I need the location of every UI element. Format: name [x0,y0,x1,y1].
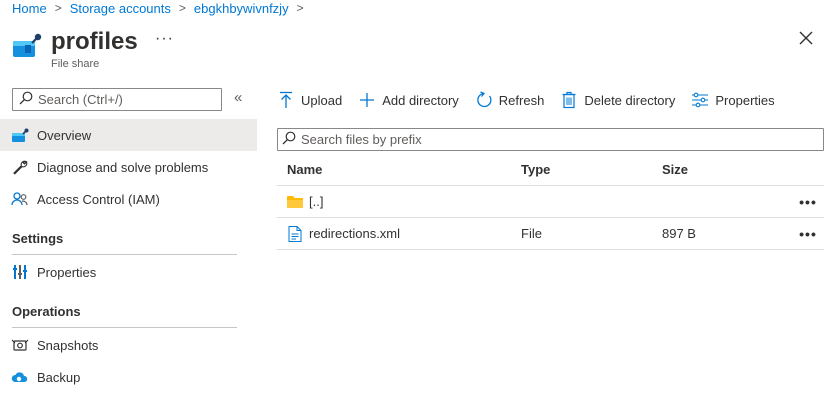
properties-button[interactable]: Properties [691,91,775,109]
search-icon [19,91,33,108]
sidebar-item-snapshots[interactable]: Snapshots [0,329,257,361]
file-share-icon [12,33,42,59]
properties-icon [11,263,29,281]
folder-icon [287,194,303,210]
collapse-sidebar-button[interactable]: « [234,89,242,106]
sidebar-item-label: Snapshots [37,337,99,353]
file-list-header: Name Type Size [277,154,824,186]
add-directory-button[interactable]: Add directory [358,91,459,109]
backup-icon [11,368,29,386]
snapshots-icon [11,336,29,354]
section-divider [12,327,237,328]
properties-sliders-icon [691,91,709,109]
file-name[interactable]: redirections.xml [309,226,400,241]
file-icon [287,225,303,242]
section-operations-heading: Operations [12,304,81,319]
trash-icon [560,91,578,109]
sidebar: « Overview Diagnose and solve problems A… [0,84,257,401]
sidebar-item-access-control[interactable]: Access Control (IAM) [0,183,257,215]
file-name[interactable]: [..] [309,194,323,209]
page-subtitle: File share [51,58,100,70]
breadcrumb-storage-accounts[interactable]: Storage accounts [70,1,171,16]
refresh-button[interactable]: Refresh [475,91,545,109]
file-search-input[interactable] [301,132,801,147]
breadcrumb-separator: > [296,1,304,15]
breadcrumb-separator: > [54,1,62,15]
column-header-size[interactable]: Size [662,162,792,177]
breadcrumb: Home > Storage accounts > ebgkhbywivnfzj… [12,0,312,16]
row-more-button[interactable]: ••• [792,226,824,242]
row-more-button[interactable]: ••• [792,194,824,210]
file-size: 897 B [662,226,696,241]
page-header: profiles File share ··· [12,28,826,72]
refresh-label: Refresh [498,92,545,108]
table-row[interactable]: redirections.xml File 897 B ••• [277,218,824,250]
refresh-icon [475,91,493,109]
sidebar-item-label: Diagnose and solve problems [37,159,209,175]
file-type: File [521,226,542,241]
sidebar-item-label: Overview [37,127,92,143]
table-row[interactable]: [..] ••• [277,186,824,218]
sidebar-item-label: Properties [37,264,97,280]
overview-icon [11,126,29,144]
properties-label: Properties [715,92,775,108]
column-header-type[interactable]: Type [521,162,662,177]
sidebar-item-label: Backup [37,369,81,385]
column-header-name[interactable]: Name [277,162,521,177]
sidebar-item-backup[interactable]: Backup [0,361,257,393]
sidebar-search-box[interactable] [12,88,222,111]
sidebar-item-diagnose[interactable]: Diagnose and solve problems [0,151,257,183]
breadcrumb-home[interactable]: Home [12,1,47,16]
file-search-box[interactable] [277,128,824,151]
upload-label: Upload [301,92,343,108]
upload-button[interactable]: Upload [277,91,342,109]
delete-directory-button[interactable]: Delete directory [560,91,675,109]
file-list: Name Type Size [..] ••• redirections.xml… [277,154,824,250]
page-title: profiles [51,28,138,55]
breadcrumb-storage-account[interactable]: ebgkhbywivnfzjy [194,1,289,16]
people-icon [11,190,29,208]
delete-directory-label: Delete directory [584,92,676,108]
search-icon [282,131,296,148]
sidebar-item-overview[interactable]: Overview [0,119,257,151]
sidebar-item-label: Access Control (IAM) [37,191,160,207]
close-icon[interactable] [798,30,814,46]
command-bar: Upload Add directory Refresh Delete dire… [277,87,791,113]
more-options-button[interactable]: ··· [155,30,174,48]
breadcrumb-separator: > [178,1,186,15]
section-settings-heading: Settings [12,231,64,246]
plus-icon [358,91,376,109]
sidebar-search-input[interactable] [38,92,208,107]
add-directory-label: Add directory [382,92,459,108]
upload-icon [277,91,295,109]
wrench-icon [11,158,29,176]
section-divider [12,254,237,255]
sidebar-item-properties[interactable]: Properties [0,256,257,288]
